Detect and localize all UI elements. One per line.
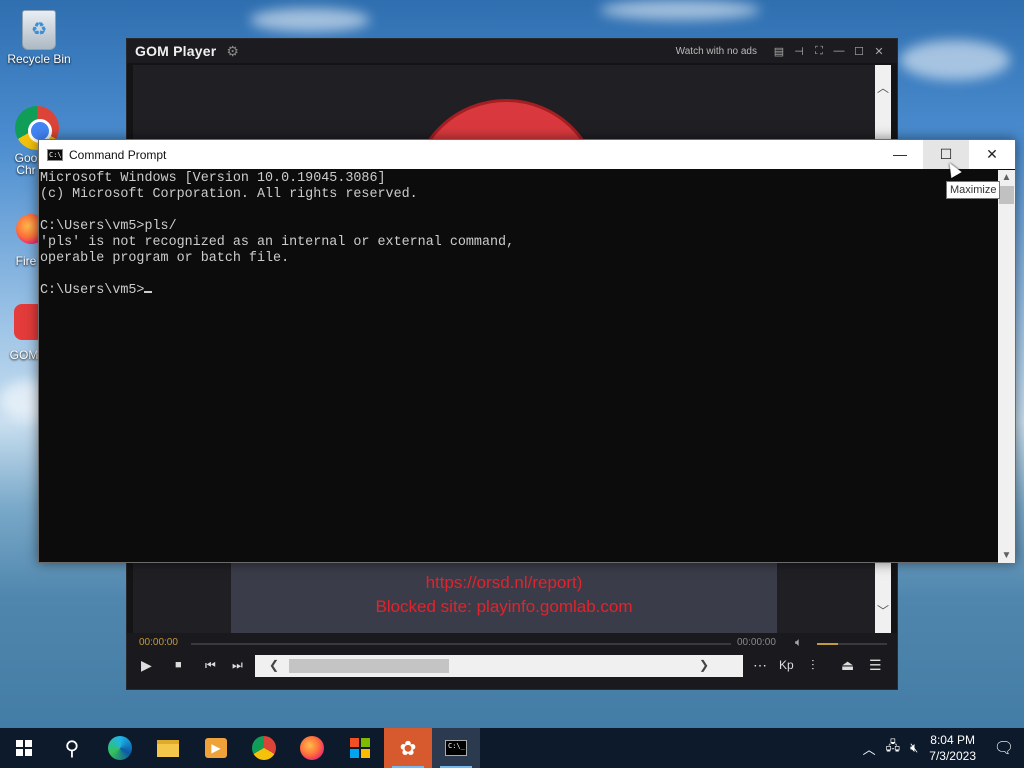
scroll-down-icon[interactable]: ﹀ — [875, 602, 891, 619]
blocked-site-text: Blocked site: playinfo.gomlab.com — [375, 597, 633, 616]
eject-icon[interactable]: ⏏ — [841, 657, 854, 674]
network-icon[interactable]: 🖧︎ — [886, 737, 901, 759]
seek-bar[interactable] — [191, 643, 731, 645]
watch-no-ads-link[interactable]: Watch with no ads — [676, 46, 757, 57]
console-line: 'pls' is not recognized as an internal o… — [40, 235, 515, 250]
search-icon: ⚲ — [64, 737, 80, 760]
search-button[interactable]: ⚲ — [48, 728, 96, 768]
close-button[interactable]: ✕ — [969, 140, 1015, 169]
error-message-box: https://orsd.nl/report) Blocked site: pl… — [231, 563, 777, 633]
console-output[interactable]: Microsoft Windows [Version 10.0.19045.30… — [39, 170, 999, 562]
gom-icon: ✿ — [399, 737, 417, 760]
edge-icon — [108, 736, 132, 760]
console-line: Microsoft Windows [Version 10.0.19045.30… — [40, 171, 386, 186]
total-time: 00:00:00 — [737, 637, 776, 648]
scroll-down-icon[interactable]: ▼ — [998, 550, 1015, 561]
clock-time: 8:04 PM — [930, 733, 975, 747]
prompt-line[interactable]: C:\Users\vm5> — [40, 283, 998, 299]
folder-icon — [157, 739, 179, 757]
fullscreen-icon[interactable]: ⛶ — [809, 45, 829, 58]
gom-titlebar[interactable]: GOM Player ⚙ Watch with no ads ▤ ⊣ ⛶ — ☐… — [127, 39, 897, 63]
cmd-icon: C:\ — [47, 148, 63, 161]
next-icon[interactable]: ⏭︎ — [232, 658, 243, 673]
gom-logo: GOM Player — [135, 43, 217, 59]
kp-icon[interactable]: Kp — [779, 658, 794, 672]
vertical-scrollbar[interactable]: ▲ ▼ — [998, 170, 1015, 563]
taskbar-file-explorer[interactable] — [144, 728, 192, 768]
desktop-icon-label: Recycle Bin — [7, 52, 71, 66]
maximize-tooltip: Maximize — [946, 181, 1001, 199]
desktop-icon-recycle-bin[interactable]: Recycle Bin — [6, 10, 72, 66]
taskbar-chrome[interactable] — [240, 728, 288, 768]
taskbar-cmd[interactable]: C:\_ — [432, 728, 480, 768]
horizontal-scrollbar[interactable]: ❮ ❯ — [255, 655, 743, 677]
store-icon — [350, 738, 370, 758]
pin-icon[interactable]: ⊣ — [789, 45, 809, 58]
equalizer-icon[interactable]: ⫶ — [811, 657, 815, 674]
console-line: C:\Users\vm5>pls/ — [40, 219, 177, 234]
media-icon: ▶ — [205, 738, 227, 758]
scroll-right-icon[interactable]: ❯ — [699, 658, 709, 672]
error-url: https://orsd.nl/report) — [425, 573, 583, 592]
clock[interactable]: 8:04 PM 7/3/2023 — [929, 732, 976, 764]
volume-slider[interactable] — [817, 643, 887, 645]
stop-icon[interactable]: ■ — [175, 659, 182, 671]
menu-icon[interactable]: ☰ — [869, 657, 882, 674]
chrome-icon — [252, 736, 276, 760]
prompt-text: C:\Users\vm5> — [40, 283, 145, 298]
minimize-button[interactable]: — — [877, 140, 923, 169]
maximize-button[interactable]: ☐ — [849, 45, 869, 58]
recycle-bin-icon — [22, 10, 56, 50]
taskbar-store[interactable] — [336, 728, 384, 768]
console-line: (c) Microsoft Corporation. All rights re… — [40, 187, 418, 202]
windows-icon — [16, 740, 32, 756]
scroll-up-icon[interactable]: ︿ — [875, 79, 891, 96]
chevron-up-icon[interactable]: ︿ — [863, 739, 876, 758]
window-title: Command Prompt — [69, 147, 167, 162]
scroll-thumb[interactable] — [999, 186, 1014, 204]
taskbar-gom[interactable]: ✿ — [384, 728, 432, 768]
volume-icon[interactable]: 🔈︎ — [795, 635, 802, 650]
taskbar-edge[interactable] — [96, 728, 144, 768]
more-icon[interactable]: ⋯ — [753, 657, 767, 674]
console-line: operable program or batch file. — [40, 251, 290, 266]
start-button[interactable] — [0, 728, 48, 768]
cmd-titlebar[interactable]: C:\ Command Prompt — ☐ ✕ — [39, 140, 1015, 169]
gear-icon[interactable]: ⚙ — [226, 43, 239, 60]
playback-controls: 00:00:00 00:00:00 🔈︎ ▶ ■ ⏮︎ ⏭︎ ❮ ❯ ⋯ Kp … — [127, 633, 897, 689]
clock-date: 7/3/2023 — [929, 749, 976, 763]
taskbar: ⚲ ▶ ✿ C:\_ ︿ 🖧︎ 🔇︎ 8:04 PM 7/3/2023 🗨︎ — [0, 728, 1024, 768]
close-button[interactable]: ✕ — [869, 45, 889, 58]
firefox-icon — [300, 736, 324, 760]
volume-muted-icon[interactable]: 🔇︎ — [910, 740, 918, 756]
system-tray: ︿ 🖧︎ 🔇︎ 8:04 PM 7/3/2023 🗨︎ — [858, 728, 1024, 768]
previous-icon[interactable]: ⏮︎ — [205, 658, 216, 673]
subtitle-icon[interactable]: ▤ — [769, 45, 789, 58]
command-prompt-window[interactable]: C:\ Command Prompt — ☐ ✕ Microsoft Windo… — [38, 139, 1016, 563]
scroll-thumb[interactable] — [289, 659, 449, 673]
taskbar-firefox[interactable] — [288, 728, 336, 768]
scroll-up-icon[interactable]: ▲ — [998, 172, 1015, 183]
text-cursor — [144, 291, 153, 293]
play-icon[interactable]: ▶ — [141, 657, 152, 674]
scroll-left-icon[interactable]: ❮ — [269, 658, 279, 672]
current-time: 00:00:00 — [139, 637, 178, 648]
notification-icon[interactable]: 🗨︎ — [984, 738, 1024, 758]
minimize-button[interactable]: — — [829, 45, 849, 57]
cmd-icon: C:\_ — [445, 740, 467, 756]
taskbar-media-player[interactable]: ▶ — [192, 728, 240, 768]
